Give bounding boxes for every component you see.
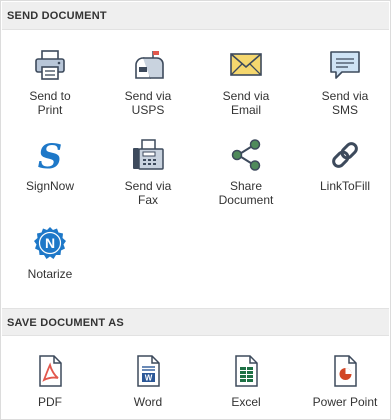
linktofill-button[interactable]: LinkToFill: [300, 138, 390, 193]
envelope-icon: [229, 48, 263, 82]
signnow-icon: S: [33, 138, 67, 172]
save-as-pdf-label: PDF: [38, 395, 62, 409]
send-to-print-label: Send to Print: [29, 89, 71, 117]
send-via-sms-label: Send via SMS: [321, 89, 369, 117]
send-via-usps-label: Send via USPS: [124, 89, 172, 117]
save-as-word-button[interactable]: W Word: [103, 354, 193, 409]
linktofill-label: LinkToFill: [319, 179, 370, 193]
word-file-icon: W: [131, 354, 165, 388]
send-via-email-button[interactable]: Send via Email: [201, 48, 291, 117]
powerpoint-file-icon: [328, 354, 362, 388]
chat-bubble-icon: [328, 48, 362, 82]
send-via-fax-button[interactable]: Send via Fax: [103, 138, 193, 207]
excel-file-icon: [229, 354, 263, 388]
svg-text:W: W: [145, 374, 153, 383]
link-icon: [328, 138, 362, 172]
save-as-excel-label: Excel: [231, 395, 261, 409]
send-to-print-button[interactable]: Send to Print: [5, 48, 95, 117]
share-document-label: Share Document: [218, 179, 274, 207]
signnow-label: SignNow: [25, 179, 75, 193]
notarize-button[interactable]: N Notarize: [5, 226, 95, 281]
send-via-fax-label: Send via Fax: [124, 179, 172, 207]
save-as-word-label: Word: [133, 395, 163, 409]
send-via-email-label: Send via Email: [222, 89, 270, 117]
signnow-button[interactable]: S SignNow: [5, 138, 95, 193]
notarize-seal-icon: N: [33, 226, 67, 260]
send-document-header: SEND DOCUMENT: [2, 2, 389, 30]
send-via-usps-button[interactable]: Send via USPS: [103, 48, 193, 117]
share-document-button[interactable]: Share Document: [201, 138, 291, 207]
save-as-powerpoint-button[interactable]: Power Point: [300, 354, 390, 409]
fax-icon: [131, 138, 165, 172]
save-document-as-header: SAVE DOCUMENT AS: [2, 308, 389, 336]
send-via-sms-button[interactable]: Send via SMS: [300, 48, 390, 117]
printer-icon: [33, 48, 67, 82]
pdf-file-icon: [33, 354, 67, 388]
save-as-pdf-button[interactable]: PDF: [5, 354, 95, 409]
mailbox-icon: [131, 48, 165, 82]
save-as-excel-button[interactable]: Excel: [201, 354, 291, 409]
send-panel: SEND DOCUMENT Send to Print Send via USP…: [0, 0, 391, 420]
svg-text:S: S: [38, 138, 63, 172]
svg-text:N: N: [45, 235, 55, 251]
share-icon: [229, 138, 263, 172]
notarize-label: Notarize: [27, 267, 73, 281]
save-as-powerpoint-label: Power Point: [312, 395, 378, 409]
